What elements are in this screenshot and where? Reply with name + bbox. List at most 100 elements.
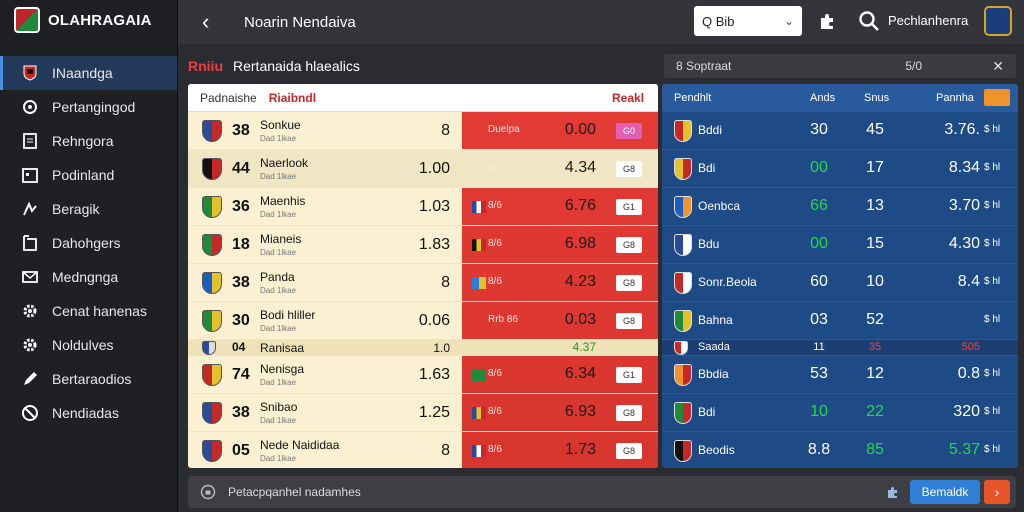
table-row[interactable]: 30 Bodi hliller Dad 1lkae 0.06 Rrb 86 0.03 G8 [188, 302, 658, 340]
stat-trend[interactable]: $ hl [984, 124, 1000, 135]
stat-trend[interactable]: $ hl [984, 368, 1000, 379]
stats-row[interactable]: Bddi 30 45 3.76. $ hl [662, 112, 1018, 150]
stat-c2: 35 [868, 341, 882, 353]
user-name[interactable]: Pechlanhenra [888, 13, 968, 28]
stat-trend[interactable]: $ hl [984, 276, 1000, 287]
sidebar-item[interactable]: Cenat hanenas [0, 294, 177, 328]
team-crest-icon [674, 402, 692, 424]
odds-value: 1.0 [433, 341, 450, 355]
team-crest-icon [674, 310, 692, 332]
bet-button[interactable]: G1 [616, 199, 642, 215]
team-subtitle: Dad 1lkae [260, 248, 297, 257]
team-name: Bdi [698, 405, 716, 419]
team-crest-icon [202, 310, 222, 332]
team-crest-icon [202, 364, 222, 386]
team-name: Bdi [698, 161, 716, 175]
go-button[interactable]: › [984, 480, 1010, 504]
stats-row[interactable]: Bdi 10 22 320 $ hl [662, 394, 1018, 432]
stat-c1: 53 [810, 365, 828, 382]
stat-c2: 13 [866, 197, 884, 214]
search-icon[interactable] [858, 10, 880, 32]
filter-select[interactable]: Q Bib ⌄ [694, 6, 802, 36]
bet-button[interactable]: G8 [616, 237, 642, 253]
stat-trend[interactable]: $ hl [984, 238, 1000, 249]
stat-trend[interactable]: $ hl [984, 444, 1000, 455]
bet-button[interactable]: G8 [616, 161, 642, 177]
table-row[interactable]: 05 Nede Naididaa Dad 1lkae 8 8/6 1.73 G8 [188, 432, 658, 468]
puzzle-icon[interactable] [818, 11, 838, 31]
stat-c2: 10 [866, 273, 884, 290]
document-icon [20, 131, 40, 151]
team-name: Sonr.Beola [698, 275, 757, 289]
bet-button[interactable]: G8 [616, 313, 642, 329]
bet-button[interactable]: G8 [616, 405, 642, 421]
stats-row[interactable]: Oenbca 66 13 3.70 $ hl [662, 188, 1018, 226]
stat-trend[interactable]: $ hl [984, 406, 1000, 417]
rank-number: 38 [232, 274, 250, 291]
top-bar: ‹ Noarin Nendaiva Q Bib ⌄ Pechlanhenra [178, 0, 1024, 44]
section-header: Rniiu Rertanaida hlaealics [188, 54, 656, 78]
stats-header: Pendhlt Ands Snus Pannha [662, 84, 1018, 112]
bet-button[interactable]: G1 [616, 367, 642, 383]
sidebar-item[interactable]: Bertaraodios [0, 362, 177, 396]
stats-row[interactable]: Saada 11 35 505 [662, 340, 1018, 356]
team-name: Bdu [698, 237, 720, 251]
stat-trend[interactable]: $ hl [984, 200, 1000, 211]
table-row[interactable]: 38 Snibao Dad 1lkae 1.25 8/6 6.93 G8 [188, 394, 658, 432]
sidebar-nav: INaandga Pertangingod Rehngora Podinland Ber… [0, 56, 177, 430]
table-row[interactable]: 38 Panda Dad 1lkae 8 8/6 4.23 G8 [188, 264, 658, 302]
sidebar-item[interactable]: Dahohgers [0, 226, 177, 260]
brand[interactable]: OLAHRAGAIA [0, 0, 177, 40]
odds-tag: 8/6 [488, 162, 502, 173]
stat-c1: 10 [810, 403, 828, 420]
stats-row[interactable]: Bdi 00 17 8.34 $ hl [662, 150, 1018, 188]
bet-button[interactable]: G8 [616, 275, 642, 291]
sidebar-item[interactable]: Nendiadas [0, 396, 177, 430]
stats-row[interactable]: Bahna 03 52 $ hl [662, 302, 1018, 340]
team-crest-icon [674, 158, 692, 180]
header-mid: Riaibndl [268, 90, 317, 105]
stats-head-3: Pannha [936, 92, 974, 104]
sidebar-item[interactable]: Medngnga [0, 260, 177, 294]
bet-button[interactable]: G0 [616, 123, 642, 139]
puzzle-icon[interactable] [886, 484, 902, 500]
close-icon[interactable]: ✕ [992, 58, 1004, 75]
table-row[interactable]: 44 Naerlook Dad 1lkae 1.00 8/6 4.34 G8 [188, 150, 658, 188]
header-right[interactable]: Reakl [612, 91, 644, 105]
team-crest-icon [202, 196, 222, 218]
table-row[interactable]: 36 Maenhis Dad 1lkae 1.03 8/6 6.76 G1 [188, 188, 658, 226]
sidebar-item[interactable]: Pertangingod [0, 90, 177, 124]
stat-trend[interactable]: $ hl [984, 162, 1000, 173]
stats-row[interactable]: Bbdia 53 12 0.8 $ hl [662, 356, 1018, 394]
stat-trend[interactable]: $ hl [984, 314, 1000, 325]
back-icon[interactable]: ‹ [202, 9, 222, 35]
sidebar-item[interactable]: Noldulves [0, 328, 177, 362]
stats-row[interactable]: Beodis 8.8 85 5.37 $ hl [662, 432, 1018, 468]
team-name: Nenisga [260, 362, 305, 376]
section-highlight: Rniiu [188, 58, 223, 74]
stats-row[interactable]: Sonr.Beola 60 10 8.4 $ hl [662, 264, 1018, 302]
team-crest-icon [20, 63, 40, 83]
sidebar-item[interactable]: Rehngora [0, 124, 177, 158]
sidebar-item[interactable]: INaandga [0, 56, 177, 90]
stats-row[interactable]: Bdu 00 15 4.30 $ hl [662, 226, 1018, 264]
sidebar-item[interactable]: Beragik [0, 192, 177, 226]
team-crest-icon [674, 440, 692, 462]
sidebar-item-label: INaandga [52, 65, 113, 81]
right-header-mid: 5/0 [905, 59, 923, 73]
bet-button[interactable]: G8 [616, 443, 642, 459]
table-row[interactable]: 18 Mianeis Dad 1lkae 1.83 8/6 6.98 G8 [188, 226, 658, 264]
rank-number: 36 [232, 198, 250, 215]
table-row[interactable]: 38 Sonkue Dad 1lkae 8 Duelpa 0.00 G0 [188, 112, 658, 150]
team-crest-icon [674, 341, 688, 355]
club-badge-icon[interactable] [984, 6, 1012, 36]
stat-c2: 85 [866, 441, 884, 458]
sort-button[interactable] [984, 89, 1010, 106]
odds-tag: Rrb 86 [488, 314, 519, 325]
sidebar-item[interactable]: Podinland [0, 158, 177, 192]
table-row[interactable]: 74 Nenisga Dad 1lkae 1.63 8/6 6.34 G1 [188, 356, 658, 394]
team-name: Mianeis [260, 232, 302, 246]
submit-button[interactable]: Bemaldk [910, 480, 980, 504]
team-crest-icon [674, 234, 692, 256]
table-row[interactable]: 04 Ranisaa 1.0 4.37 [188, 340, 658, 356]
